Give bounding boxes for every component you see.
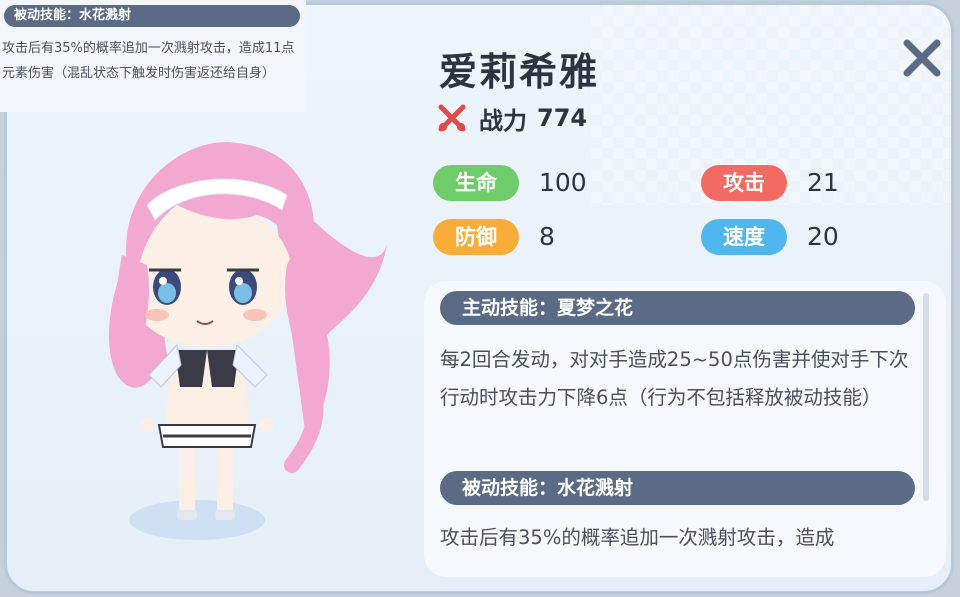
skills-scrollbar[interactable] bbox=[923, 293, 929, 501]
active-skill-description: 每2回合发动，对对手造成25~50点伤害并使对手下次行动时攻击力下降6点（行为不… bbox=[440, 348, 909, 409]
character-portrait bbox=[108, 142, 387, 540]
tooltip-title: 被动技能：水花溅射 bbox=[4, 5, 300, 27]
stat-defense-value: 8 bbox=[539, 222, 555, 251]
passive-skill-description: 攻击后有35%的概率追加一次溅射攻击，造成 bbox=[440, 526, 835, 549]
tooltip-text: 攻击后有35%的概率追加一次溅射攻击，造成11点元素伤害（混乱状态下触发时伤害返… bbox=[2, 41, 295, 81]
character-name: 爱莉希雅 bbox=[439, 50, 600, 94]
close-icon[interactable] bbox=[901, 37, 943, 79]
power-value: 774 bbox=[537, 104, 588, 132]
combat-power: 战力 774 bbox=[437, 101, 587, 135]
stat-attack-value: 21 bbox=[807, 168, 839, 197]
stat-defense-badge: 防御 bbox=[433, 219, 519, 255]
passive-skill-title: 被动技能：水花溅射 bbox=[440, 471, 915, 505]
skill-tooltip: 被动技能：水花溅射 攻击后有35%的概率追加一次溅射攻击，造成11点元素伤害（混… bbox=[0, 0, 306, 112]
stat-speed-value: 20 bbox=[807, 222, 839, 251]
power-label: 战力 bbox=[479, 106, 527, 135]
stat-hp-value: 100 bbox=[539, 168, 587, 197]
active-skill-title: 主动技能：夏梦之花 bbox=[440, 291, 915, 325]
stat-speed-badge: 速度 bbox=[701, 219, 787, 255]
crossed-swords-icon bbox=[438, 104, 466, 132]
skills-card[interactable]: 主动技能：夏梦之花 每2回合发动，对对手造成25~50点伤害并使对手下次行动时攻… bbox=[424, 281, 946, 577]
stat-attack-badge: 攻击 bbox=[701, 165, 787, 201]
stat-hp-badge: 生命 bbox=[433, 165, 519, 201]
